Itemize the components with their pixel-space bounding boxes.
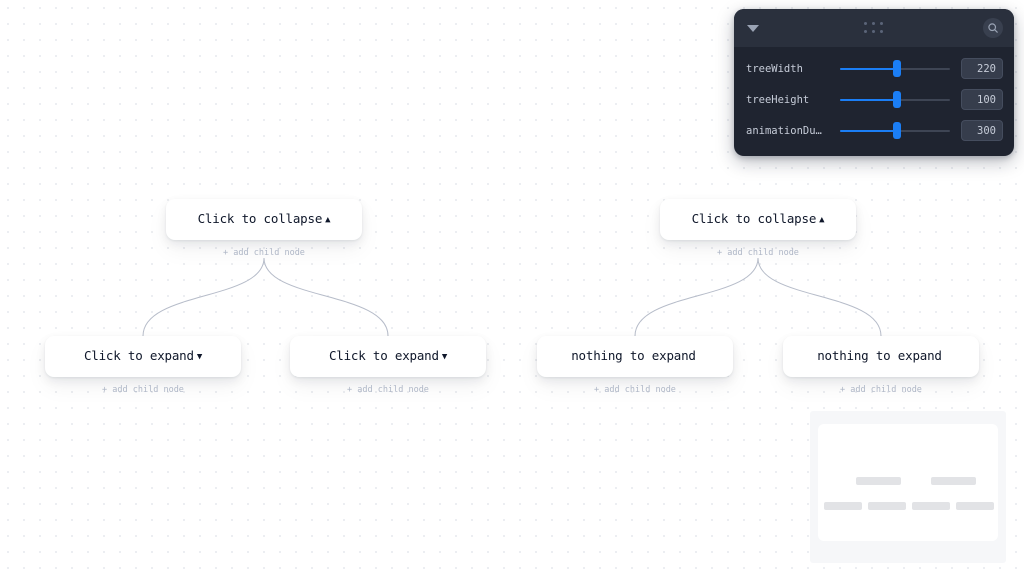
slider-fill (840, 98, 898, 101)
tree-node-c3[interactable]: nothing to expand + add child node (537, 336, 733, 395)
add-child-node-button[interactable]: + add child node (290, 386, 486, 395)
tree-edge (757, 257, 882, 337)
slider-thumb[interactable] (893, 91, 902, 108)
drag-dots-icon[interactable] (864, 22, 884, 34)
tree-node-label: Click to expand ▼ (328, 348, 448, 364)
triangle-down-icon[interactable] (747, 24, 759, 32)
tree-node-c1[interactable]: Click to expand ▼ + add child node (45, 336, 241, 395)
search-icon[interactable] (983, 18, 1003, 38)
slider-fill (840, 129, 898, 132)
minimap[interactable] (810, 411, 1006, 563)
tree-edge (634, 257, 759, 337)
tree-node-card[interactable]: Click to collapse ▲ (166, 199, 362, 240)
tree-node-p1[interactable]: Click to collapse ▲ + add child node (166, 199, 362, 258)
control-row-animationduration[interactable]: animationDu… 300 (734, 115, 1014, 146)
tree-node-label: Click to collapse ▲ (197, 211, 331, 227)
slider-thumb[interactable] (893, 122, 902, 139)
tree-node-card[interactable]: Click to collapse ▲ (660, 199, 856, 240)
minimap-node (912, 502, 950, 510)
minimap-node (956, 502, 994, 510)
animationduration-value[interactable]: 300 (961, 120, 1003, 141)
minimap-node (868, 502, 906, 510)
tree-node-c4[interactable]: nothing to expand + add child node (783, 336, 979, 395)
tree-node-label: nothing to expand (571, 348, 696, 364)
treewidth-slider[interactable] (840, 60, 950, 78)
control-row-treeheight[interactable]: treeHeight 100 (734, 84, 1014, 115)
minimap-node (931, 477, 976, 485)
control-label: treeHeight (746, 93, 810, 106)
add-child-node-button[interactable]: + add child node (660, 249, 856, 258)
slider-thumb[interactable] (893, 60, 902, 77)
expand-triangle-icon: ▼ (441, 352, 448, 363)
tree-node-p2[interactable]: Click to collapse ▲ + add child node (660, 199, 856, 258)
tree-node-card[interactable]: nothing to expand (537, 336, 733, 377)
slider-fill (840, 67, 898, 70)
collapse-triangle-icon: ▲ (819, 215, 825, 226)
controls-panel-body: treeWidth 220 treeHeight 100 animationDu… (734, 47, 1014, 156)
control-row-treewidth[interactable]: treeWidth 220 (734, 53, 1014, 84)
minimap-node (856, 477, 901, 485)
tree-node-card[interactable]: Click to expand ▼ (45, 336, 241, 377)
treewidth-value[interactable]: 220 (961, 58, 1003, 79)
tree-node-c2[interactable]: Click to expand ▼ + add child node (290, 336, 486, 395)
tree-edge (263, 257, 389, 337)
add-child-node-button[interactable]: + add child node (45, 386, 241, 395)
tree-node-label: Click to collapse ▲ (691, 211, 825, 227)
add-child-node-button[interactable]: + add child node (166, 249, 362, 258)
minimap-viewport[interactable] (818, 424, 998, 541)
controls-panel[interactable]: treeWidth 220 treeHeight 100 animationDu… (734, 9, 1014, 156)
control-label: animationDu… (746, 124, 822, 137)
control-label: treeWidth (746, 62, 803, 75)
animationduration-slider[interactable] (840, 122, 950, 140)
tree-node-card[interactable]: nothing to expand (783, 336, 979, 377)
expand-triangle-icon: ▼ (196, 352, 203, 363)
tree-edge (142, 257, 265, 337)
treeheight-value[interactable]: 100 (961, 89, 1003, 110)
controls-panel-header[interactable] (734, 9, 1014, 47)
tree-node-label: nothing to expand (817, 348, 942, 364)
treeheight-slider[interactable] (840, 91, 950, 109)
add-child-node-button[interactable]: + add child node (537, 386, 733, 395)
minimap-node (824, 502, 862, 510)
collapse-triangle-icon: ▲ (325, 215, 331, 226)
tree-node-label: Click to expand ▼ (83, 348, 203, 364)
add-child-node-button[interactable]: + add child node (783, 386, 979, 395)
tree-node-card[interactable]: Click to expand ▼ (290, 336, 486, 377)
